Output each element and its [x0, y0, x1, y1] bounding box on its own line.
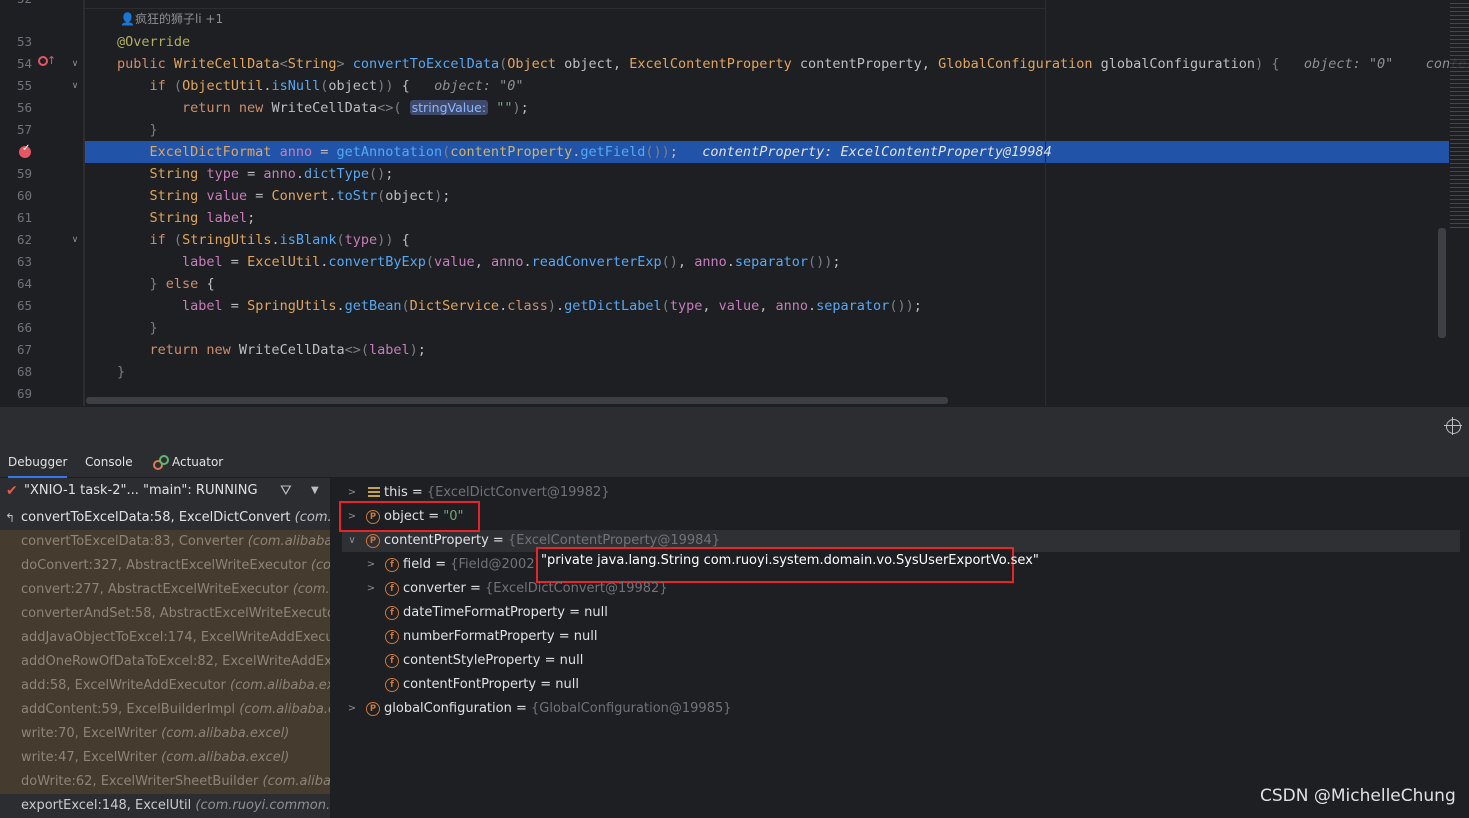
line-number: 57 [16, 122, 32, 137]
variable-row[interactable]: f dateTimeFormatProperty = null [332, 601, 1032, 625]
tab-actuator[interactable]: Actuator [152, 446, 223, 478]
stack-frame[interactable]: convertToExcelData:83, Converter (com.al… [0, 530, 330, 554]
code-line: if (ObjectUtil.isNull(object)) { object:… [149, 78, 524, 94]
code-editor[interactable]: 52 53 54 55 56 57 59 60 61 62 63 64 65 6… [0, 0, 1469, 406]
code-text-area[interactable]: @Override public WriteCellData<String> c… [85, 0, 1469, 406]
editor-gutter[interactable]: 52 53 54 55 56 57 59 60 61 62 63 64 65 6… [0, 0, 84, 406]
field-icon: f [385, 582, 399, 596]
stack-frame[interactable]: convert:277, AbstractExcelWriteExecutor … [0, 578, 330, 602]
field-icon: f [385, 654, 399, 668]
parameter-hint-chip: stringValue: [409, 100, 489, 115]
inline-value-hint: object: "0" [1303, 56, 1394, 72]
line-number: 55 [16, 78, 32, 93]
field-icon: f [385, 606, 399, 620]
line-number: 59 [16, 166, 32, 181]
code-line: return new WriteCellData<>( stringValue:… [182, 100, 529, 116]
variable-row[interactable]: f numberFormatProperty = null [332, 625, 1032, 649]
fold-chevron-icon[interactable]: ∨ [69, 53, 81, 75]
thread-selector[interactable]: ✔ "XNIO-1 task-2"... "main": RUNNING ⛛ ▼ [0, 478, 330, 504]
chevron-right-icon[interactable]: > [365, 577, 377, 601]
line-number: 67 [16, 342, 32, 357]
code-line: label = ExcelUtil.convertByExp(value, an… [182, 254, 841, 270]
fold-chevron-icon[interactable]: ∨ [69, 75, 81, 97]
line-number: 60 [16, 188, 32, 203]
inline-value-hint: object: "0" [434, 78, 524, 94]
parameter-icon: P [366, 534, 380, 548]
code-line: } else { [149, 276, 215, 292]
code-line: String label; [149, 210, 256, 226]
code-line: } [149, 320, 158, 336]
code-line: if (StringUtils.isBlank(type)) { [149, 232, 410, 248]
fold-chevron-icon[interactable]: ∨ [69, 229, 81, 251]
thread-check-icon: ✔ [6, 483, 18, 499]
stack-frame[interactable]: doWrite:62, ExcelWriterSheetBuilder (com… [0, 770, 330, 794]
code-line: } [117, 364, 126, 380]
breakpoint-check-icon: ✓ [22, 143, 31, 154]
code-line: return new WriteCellData<>(label); [149, 342, 426, 358]
stack-frame[interactable]: write:47, ExcelWriter (com.alibaba.excel… [0, 746, 330, 770]
line-number: 65 [16, 298, 32, 313]
code-line: label = SpringUtils.getBean(DictService.… [182, 298, 922, 314]
stack-frame[interactable]: addOneRowOfDataToExcel:82, ExcelWriteAdd… [0, 650, 330, 674]
horizontal-scrollbar[interactable] [86, 397, 948, 404]
debug-tabs: Debugger Console Actuator [0, 446, 1469, 478]
code-line: public WriteCellData<String> convertToEx… [117, 53, 1469, 75]
error-stripe-minimap[interactable] [1450, 0, 1469, 230]
variables-panel: > this = {ExcelDictConvert@19982} > P ob… [332, 478, 1469, 818]
frames-panel: ✔ "XNIO-1 task-2"... "main": RUNNING ⛛ ▼… [0, 478, 331, 818]
line-number: 54 [16, 56, 32, 71]
variable-row[interactable]: > f converter = {ExcelDictConvert@19982} [332, 577, 1032, 601]
line-number: 68 [16, 364, 32, 379]
crosshair-icon[interactable] [1444, 417, 1462, 435]
tab-console[interactable]: Console [85, 446, 133, 478]
field-string-value: "private java.lang.String com.ruoyi.syst… [541, 553, 1039, 568]
stack-frame[interactable]: converterAndSet:58, AbstractExcelWriteEx… [0, 602, 330, 626]
stack-frame[interactable]: add:58, ExcelWriteAddExecutor (com.aliba… [0, 674, 330, 698]
code-line: String value = Convert.toStr(object); [149, 188, 451, 204]
parameter-icon: P [366, 702, 380, 716]
line-number: 63 [16, 254, 32, 269]
stack-frame[interactable]: exportExcel:148, ExcelUtil (com.ruoyi.co… [0, 794, 330, 818]
chevron-down-icon[interactable]: ∨ [346, 529, 358, 553]
stack-frame[interactable]: write:70, ExcelWriter (com.alibaba.excel… [0, 722, 330, 746]
vertical-scrollbar[interactable] [1438, 228, 1446, 338]
line-number: 56 [16, 100, 32, 115]
frames-list: ↰ convertToExcelData:58, ExcelDictConvert… [0, 506, 330, 818]
line-number: 53 [16, 34, 32, 49]
line-number: 66 [16, 320, 32, 335]
actuator-icon [152, 454, 169, 470]
stack-frame[interactable]: addJavaObjectToExcel:174, ExcelWriteAddE… [0, 626, 330, 650]
stack-frame[interactable]: doConvert:327, AbstractExcelWriteExecuto… [0, 554, 330, 578]
variable-row[interactable]: f contentStyleProperty = null [332, 649, 1032, 673]
chevron-right-icon[interactable]: > [365, 553, 377, 577]
code-line: ExcelDictFormat anno = getAnnotation(con… [149, 144, 1052, 160]
variable-row[interactable]: f contentFontProperty = null [332, 673, 1032, 697]
field-icon: f [385, 630, 399, 644]
field-icon: f [385, 678, 399, 692]
variable-row[interactable]: > P globalConfiguration = {GlobalConfigu… [332, 697, 1032, 721]
line-number: 69 [16, 386, 32, 401]
chevron-right-icon[interactable]: > [346, 697, 358, 721]
chevron-down-icon[interactable]: ▼ [311, 478, 319, 504]
inline-value-hint: contentProperty: ExcelContentProperty@19… [702, 144, 1052, 160]
watermark: CSDN @MichelleChung [1260, 786, 1456, 806]
code-line: @Override [117, 34, 191, 50]
code-line: } [149, 122, 158, 138]
highlight-box [339, 501, 480, 532]
override-arrow-icon[interactable]: ↑ [47, 54, 56, 67]
return-icon: ↰ [5, 511, 16, 525]
line-number: 62 [16, 232, 32, 247]
stack-frame[interactable]: addContent:59, ExcelBuilderImpl (com.ali… [0, 698, 330, 722]
field-icon: f [385, 558, 399, 572]
filter-icon[interactable]: ⛛ [280, 478, 292, 504]
tab-debugger[interactable]: Debugger [8, 446, 68, 478]
line-number: 64 [16, 276, 32, 291]
debug-tool-header [0, 406, 1469, 446]
code-line: String type = anno.dictType(); [149, 166, 394, 182]
line-number: 61 [16, 210, 32, 225]
object-list-icon [368, 487, 380, 499]
stack-frame[interactable]: ↰ convertToExcelData:58, ExcelDictConvert… [0, 506, 330, 530]
line-number: 52 [0, 0, 32, 10]
